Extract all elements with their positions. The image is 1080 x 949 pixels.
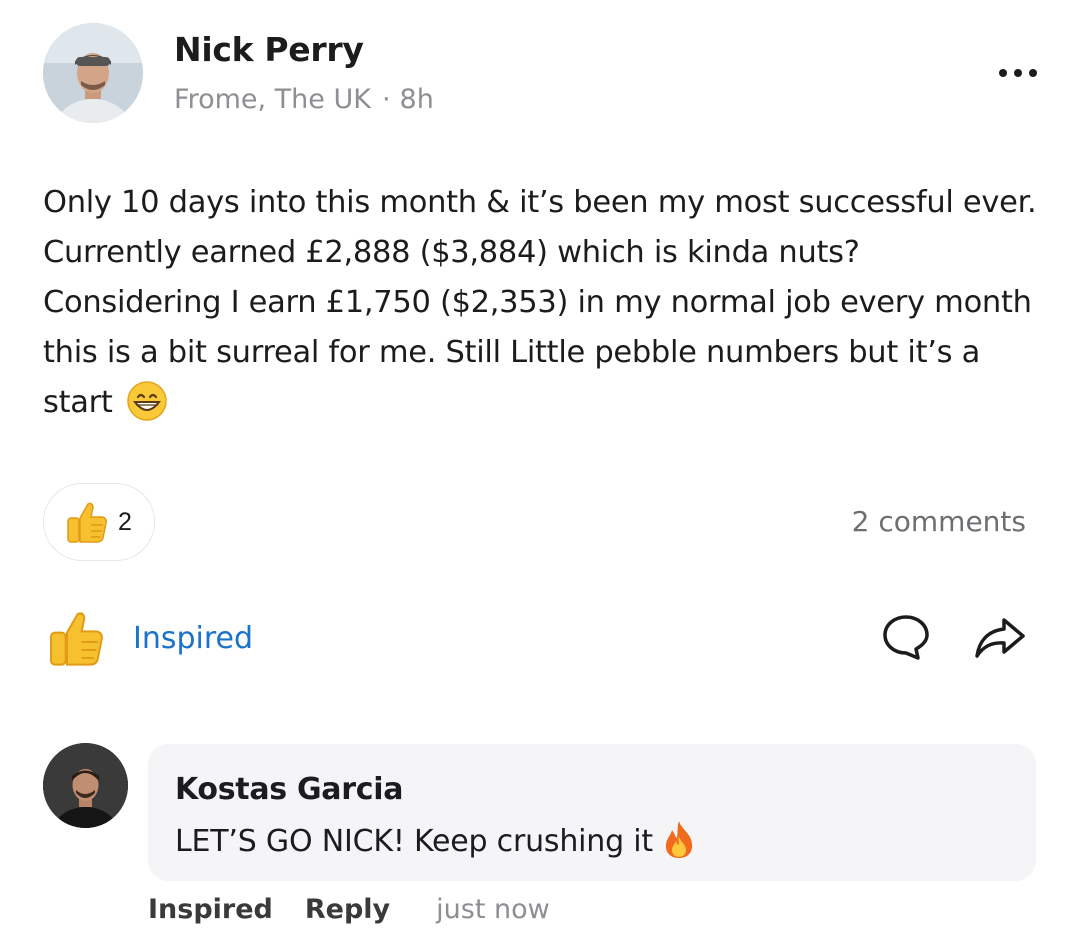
reaction-summary-button[interactable]: 2 [43, 483, 155, 561]
comments-count-link[interactable]: 2 comments [852, 505, 1026, 538]
reaction-count: 2 [118, 507, 132, 536]
thumbs-up-icon [50, 612, 103, 666]
post-location: Frome, The UK [174, 84, 371, 115]
comment-actions: Inspired Reply just now [148, 894, 550, 925]
comment-bubble-icon [883, 615, 929, 660]
comment-time: just now [436, 894, 550, 925]
author-avatar[interactable] [43, 23, 143, 123]
comment-button[interactable] [880, 612, 932, 662]
inspired-reaction-button[interactable]: Inspired [43, 605, 253, 671]
commenter-avatar[interactable] [43, 743, 128, 828]
share-button[interactable] [972, 612, 1028, 662]
post-text: Only 10 days into this month & it’s been… [43, 185, 1037, 420]
inspired-label: Inspired [133, 620, 254, 656]
comment-text: LET’S GO NICK! Keep crushing it [175, 819, 697, 859]
more-dots-icon [999, 69, 1037, 77]
comment-text-content: LET’S GO NICK! Keep crushing it [175, 824, 653, 859]
share-arrow-icon [975, 618, 1025, 658]
author-name[interactable]: Nick Perry [174, 30, 364, 69]
commenter-avatar-image [43, 743, 128, 828]
commenter-name[interactable]: Kostas Garcia [175, 772, 403, 807]
meta-separator: · [381, 84, 391, 115]
post-meta: Frome, The UK · 8h [174, 84, 434, 115]
more-options-button[interactable] [996, 60, 1040, 86]
grinning-face-icon [127, 381, 167, 421]
comment-reply-button[interactable]: Reply [305, 894, 390, 925]
comment-inspired-button[interactable]: Inspired [148, 894, 273, 925]
fire-icon [665, 821, 693, 858]
post-time: 8h [399, 84, 434, 115]
post-body: Only 10 days into this month & it’s been… [43, 178, 1043, 428]
thumbs-up-icon [67, 502, 107, 543]
comment-bubble: Kostas Garcia LET’S GO NICK! Keep crushi… [148, 744, 1036, 881]
author-avatar-image [43, 23, 143, 123]
